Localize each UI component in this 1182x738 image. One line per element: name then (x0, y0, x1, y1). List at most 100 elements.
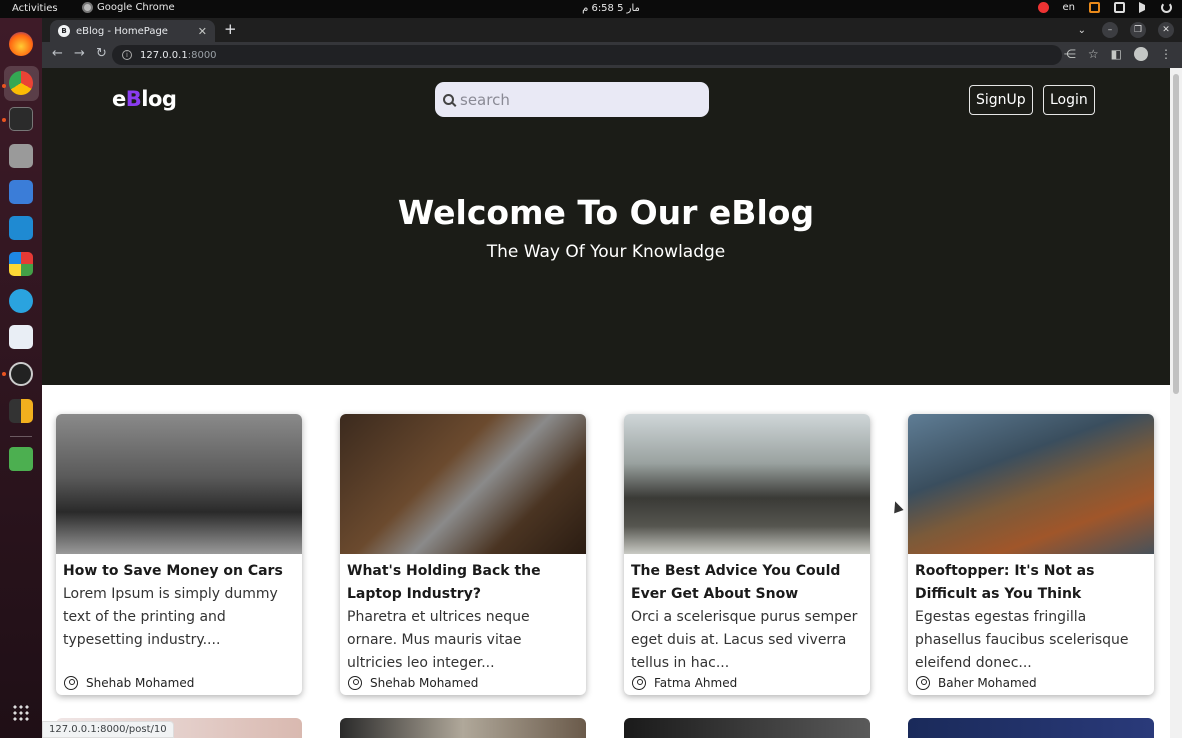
user-circle-icon (916, 676, 930, 690)
side-panel-icon[interactable]: ◧ (1111, 47, 1122, 61)
post-image-classic-car[interactable] (56, 414, 302, 554)
toolbar-actions: ⋲ ☆ ◧ ⋮ (1064, 47, 1172, 61)
post-card[interactable]: How to Save Money on Cars Lorem Ipsum is… (56, 414, 302, 695)
share-icon[interactable]: ⋲ (1064, 47, 1076, 61)
login-button[interactable]: Login (1043, 85, 1095, 115)
post-title[interactable]: What's Holding Back the Laptop Industry? (347, 560, 581, 606)
tab-search-icon[interactable]: ⌄ (1078, 25, 1086, 36)
logo-accent: B (125, 87, 142, 111)
post-card[interactable]: Rooftopper: It's Not as Difficult as You… (908, 414, 1154, 695)
post-title[interactable]: The Best Advice You Could Ever Get About… (631, 560, 865, 606)
running-indicator (2, 84, 6, 88)
page-scrollbar[interactable] (1170, 68, 1182, 738)
obs-icon[interactable] (9, 362, 33, 386)
post-author: Shehab Mohamed (64, 676, 194, 690)
vscode-icon[interactable] (9, 216, 33, 240)
files-icon[interactable] (9, 144, 33, 168)
hero-subtitle: The Way Of Your Knowladge (486, 242, 726, 262)
telegram-icon[interactable] (9, 289, 33, 313)
post-excerpt: Orci a scelerisque purus semper eget dui… (631, 609, 858, 671)
address-bar[interactable]: i 127.0.0.1:8000 (112, 45, 1062, 65)
post-title[interactable]: Rooftopper: It's Not as Difficult as You… (915, 560, 1149, 606)
post-card-partial[interactable] (340, 718, 586, 738)
terminal-icon[interactable] (9, 107, 33, 131)
post-excerpt: Pharetra et ultrices neque ornare. Mus m… (347, 609, 530, 671)
post-excerpt: Lorem Ipsum is simply dummy text of the … (63, 586, 278, 648)
user-circle-icon (632, 676, 646, 690)
post-image-laptop[interactable] (340, 414, 586, 554)
post-title[interactable]: How to Save Money on Cars (63, 560, 297, 583)
forward-icon[interactable]: → (74, 47, 85, 61)
menu-kebab-icon[interactable]: ⋮ (1160, 47, 1172, 61)
dock (0, 18, 42, 738)
profile-avatar[interactable] (1134, 47, 1148, 61)
text-editor-icon[interactable] (9, 325, 33, 349)
window-controls: ⌄ – ❐ ✕ (1078, 22, 1174, 38)
scrollbar-thumb[interactable] (1173, 74, 1179, 394)
clock[interactable]: مار 5 6:58 م (0, 3, 1182, 14)
maximize-button[interactable]: ❐ (1130, 22, 1146, 38)
language-indicator[interactable]: en (1063, 2, 1076, 13)
tab-strip: B eBlog - HomePage ✕ + ⌄ – ❐ ✕ (42, 18, 1182, 42)
post-image-rooftop[interactable] (908, 414, 1154, 554)
page-viewport: eBlog SignUp Login Welcome To Our eBlog … (42, 68, 1170, 738)
post-author: Shehab Mohamed (348, 676, 478, 690)
dock-separator (10, 436, 32, 437)
post-image-rocky-coast[interactable] (624, 414, 870, 554)
system-top-bar: Activities Google Chrome مار 5 6:58 م en (0, 0, 1182, 18)
running-indicator (2, 372, 6, 376)
network-icon[interactable] (1114, 2, 1125, 13)
close-window-button[interactable]: ✕ (1158, 22, 1174, 38)
user-circle-icon (64, 676, 78, 690)
show-apps-icon[interactable] (12, 704, 30, 722)
link-status-bar: 127.0.0.1:8000/post/10 (42, 721, 174, 738)
bookmark-star-icon[interactable]: ☆ (1088, 47, 1099, 61)
tab-ebloghome[interactable]: B eBlog - HomePage ✕ (50, 20, 215, 42)
url-host: 127.0.0.1 (140, 49, 188, 61)
writer-icon[interactable] (9, 180, 33, 204)
author-name: Baher Mohamed (938, 676, 1037, 690)
browser-window: B eBlog - HomePage ✕ + ⌄ – ❐ ✕ ← → ↻ i 1… (42, 18, 1182, 738)
post-card[interactable]: The Best Advice You Could Ever Get About… (624, 414, 870, 695)
running-indicator (2, 118, 6, 122)
post-card-partial[interactable] (624, 718, 870, 738)
search-icon (443, 94, 454, 105)
post-card-partial[interactable] (908, 718, 1154, 738)
logo-prefix: e (112, 87, 126, 111)
trash-icon[interactable] (9, 447, 33, 471)
author-name: Shehab Mohamed (86, 676, 195, 690)
post-excerpt: Egestas egestas fringilla phasellus fauc… (915, 609, 1129, 671)
mouse-cursor (890, 499, 904, 514)
search-input[interactable] (460, 90, 701, 109)
chrome-dock-icon[interactable] (9, 71, 33, 95)
user-circle-icon (348, 676, 362, 690)
hero-title: Welcome To Our eBlog (397, 193, 815, 232)
record-icon[interactable] (1037, 2, 1049, 13)
logo-rest: log (141, 87, 177, 111)
close-tab-icon[interactable]: ✕ (198, 25, 207, 38)
url-port: :8000 (187, 49, 217, 61)
minimize-button[interactable]: – (1102, 22, 1118, 38)
hero-section: eBlog SignUp Login Welcome To Our eBlog … (42, 68, 1170, 385)
new-tab-button[interactable]: + (224, 20, 237, 38)
back-icon[interactable]: ← (52, 47, 63, 61)
post-author: Baher Mohamed (916, 676, 1037, 690)
system-tray[interactable]: en (1037, 2, 1172, 13)
site-info-icon[interactable]: i (122, 50, 132, 60)
author-name: Fatma Ahmed (654, 676, 738, 690)
post-author: Fatma Ahmed (632, 676, 737, 690)
power-icon[interactable] (1161, 2, 1172, 13)
author-name: Shehab Mohamed (370, 676, 479, 690)
signup-button[interactable]: SignUp (969, 85, 1033, 115)
favicon-icon: B (58, 25, 70, 37)
search-box[interactable] (435, 82, 709, 117)
update-icon[interactable] (1089, 2, 1100, 13)
volume-icon[interactable] (1139, 2, 1147, 13)
calculator-icon[interactable] (9, 399, 33, 423)
software-icon[interactable] (9, 252, 33, 276)
reload-icon[interactable]: ↻ (96, 47, 107, 61)
site-logo[interactable]: eBlog (112, 87, 177, 111)
firefox-icon[interactable] (9, 32, 33, 56)
browser-toolbar: ← → ↻ i 127.0.0.1:8000 ⋲ ☆ ◧ ⋮ (42, 42, 1182, 68)
post-card[interactable]: What's Holding Back the Laptop Industry?… (340, 414, 586, 695)
